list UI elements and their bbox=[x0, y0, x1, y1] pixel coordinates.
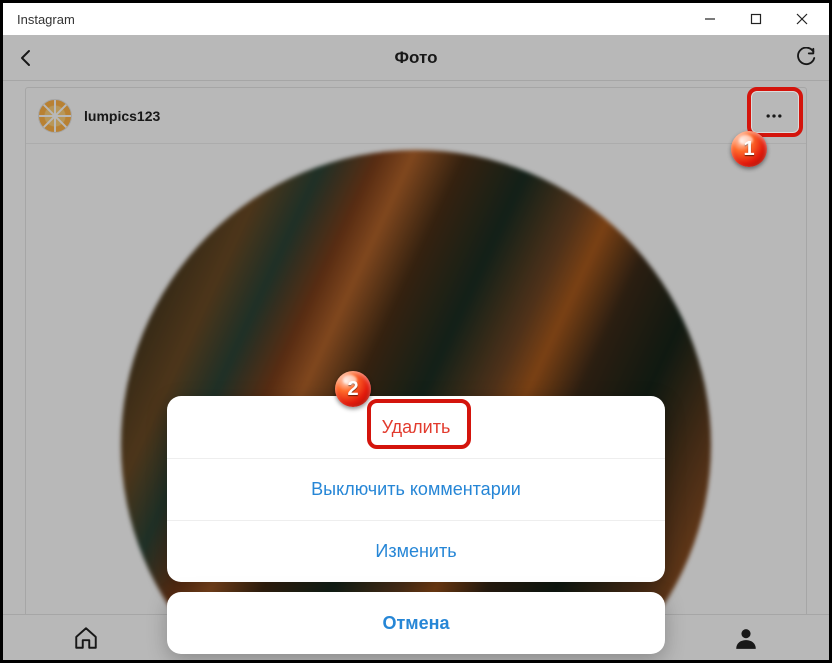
action-disable-comments[interactable]: Выключить комментарии bbox=[167, 458, 665, 520]
username[interactable]: lumpics123 bbox=[84, 108, 160, 124]
window-title: Instagram bbox=[17, 12, 687, 27]
annotation-badge-1: 1 bbox=[731, 131, 767, 167]
refresh-button[interactable] bbox=[783, 47, 829, 69]
chevron-left-icon bbox=[17, 49, 35, 67]
post-header: lumpics123 bbox=[26, 88, 806, 144]
back-button[interactable] bbox=[3, 49, 49, 67]
home-icon bbox=[73, 625, 99, 651]
window-titlebar: Instagram bbox=[3, 3, 829, 35]
window-minimize-button[interactable] bbox=[687, 3, 733, 35]
refresh-icon bbox=[795, 47, 817, 69]
app-header: Фото bbox=[3, 35, 829, 81]
more-horizontal-icon bbox=[764, 106, 784, 126]
action-edit[interactable]: Изменить bbox=[167, 520, 665, 582]
person-icon bbox=[733, 625, 759, 651]
home-button[interactable] bbox=[63, 615, 109, 661]
action-cancel[interactable]: Отмена bbox=[167, 592, 665, 654]
page-title: Фото bbox=[3, 48, 829, 68]
profile-button[interactable] bbox=[723, 615, 769, 661]
action-sheet: Удалить Выключить комментарии Изменить О… bbox=[167, 396, 665, 654]
action-delete[interactable]: Удалить bbox=[167, 396, 665, 458]
window-maximize-button[interactable] bbox=[733, 3, 779, 35]
annotation-badge-2: 2 bbox=[335, 371, 371, 407]
more-options-button[interactable] bbox=[754, 96, 794, 136]
avatar[interactable] bbox=[38, 99, 72, 133]
window-close-button[interactable] bbox=[779, 3, 825, 35]
